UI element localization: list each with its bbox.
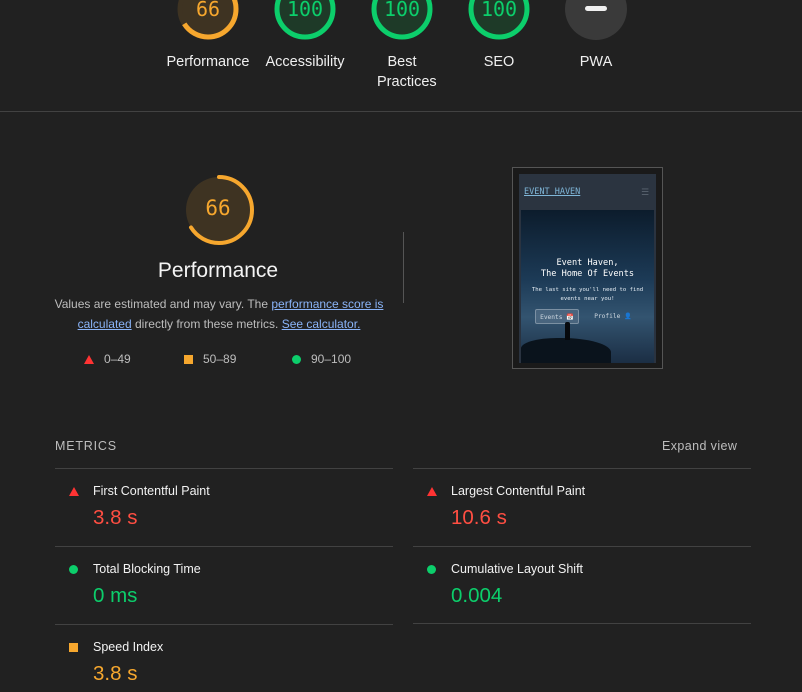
metric-value: 3.8 s	[93, 662, 138, 685]
metric-speed-index: Speed Index 3.8 s	[55, 625, 393, 692]
thumbnail-hero-title: Event Haven, The Home Of Events	[521, 258, 654, 280]
final-screenshot-thumbnail[interactable]: EVENT HAVEN ☰ Event Haven, The Home Of E…	[512, 167, 663, 369]
gauge-label: SEO	[483, 54, 515, 70]
metric-name: Total Blocking Time	[93, 562, 201, 576]
metric-name: First Contentful Paint	[93, 484, 210, 498]
metric-cumulative-layout-shift: Cumulative Layout Shift 0.004	[413, 547, 751, 624]
legend-average-label: 50–89	[203, 352, 237, 366]
divider	[413, 623, 751, 624]
desc-text: directly from these metrics.	[131, 317, 282, 331]
thumbnail-page: EVENT HAVEN ☰ Event Haven, The Home Of E…	[519, 174, 656, 363]
category-gauges-strip: 66 Performance 100 Accessibility 100 Bes…	[0, 0, 802, 112]
square-icon	[184, 354, 193, 364]
metric-value: 0 ms	[93, 584, 138, 607]
gauge-score: 100	[480, 0, 518, 21]
metric-total-blocking-time: Total Blocking Time 0 ms	[55, 547, 393, 624]
gauge-score: 100	[286, 0, 324, 21]
metric-name: Largest Contentful Paint	[451, 484, 586, 498]
metric-name: Cumulative Layout Shift	[451, 562, 584, 576]
performance-gauge: 66	[182, 173, 256, 247]
metric-first-contentful-paint: First Contentful Paint 3.8 s	[55, 469, 393, 546]
legend-pass: 90–100	[292, 352, 351, 366]
hero-title-line: The Home Of Events	[540, 269, 635, 279]
average-square-icon	[69, 643, 78, 652]
metric-largest-contentful-paint: Largest Contentful Paint 10.6 s	[413, 469, 751, 546]
pwa-badge	[565, 0, 627, 40]
fail-triangle-icon	[427, 487, 437, 496]
vertical-divider	[403, 232, 404, 303]
dash-icon	[585, 6, 607, 11]
hero-title-line: Event Haven,	[556, 258, 619, 268]
hamburger-icon: ☰	[641, 187, 650, 197]
desc-text: Values are estimated and may vary. The	[54, 297, 272, 311]
triangle-icon	[84, 354, 94, 364]
metric-value: 3.8 s	[93, 506, 138, 529]
gauge-label: Best Practices	[377, 54, 437, 90]
person-silhouette	[565, 322, 570, 340]
gauge-label: Accessibility	[265, 54, 345, 70]
performance-score: 66	[205, 196, 231, 220]
thumbnail-hero-text: The last site you'll need to find events…	[531, 287, 644, 302]
thumbnail-hero: Event Haven, The Home Of Events The last…	[521, 210, 654, 363]
thumbnail-events-button: Events 📅	[535, 309, 579, 324]
circle-icon	[292, 354, 301, 364]
expand-view-button[interactable]: Expand view	[662, 439, 737, 453]
pass-circle-icon	[69, 565, 78, 574]
pass-circle-icon	[427, 565, 436, 574]
performance-description: Values are estimated and may vary. The p…	[52, 294, 386, 334]
metrics-heading: METRICS	[55, 439, 117, 453]
legend-average: 50–89	[184, 352, 236, 366]
see-calculator-link[interactable]: See calculator.	[282, 317, 361, 331]
legend-fail: 0–49	[84, 352, 131, 366]
fail-triangle-icon	[69, 487, 79, 496]
thumbnail-navbar: EVENT HAVEN ☰	[519, 174, 656, 210]
legend-fail-label: 0–49	[104, 352, 131, 366]
rock-image	[521, 338, 611, 363]
legend-pass-label: 90–100	[311, 352, 352, 366]
gauge-score: 100	[383, 0, 421, 21]
metric-value: 10.6 s	[451, 506, 507, 529]
metric-value: 0.004	[451, 584, 503, 607]
performance-title: Performance	[157, 259, 279, 282]
metric-name: Speed Index	[93, 640, 164, 654]
thumbnail-brand: EVENT HAVEN	[524, 187, 581, 197]
thumbnail-profile-button: Profile 👤	[594, 313, 632, 320]
gauge-label: Performance	[166, 54, 250, 70]
gauge-score: 66	[195, 0, 221, 21]
gauge-label: PWA	[579, 54, 613, 70]
